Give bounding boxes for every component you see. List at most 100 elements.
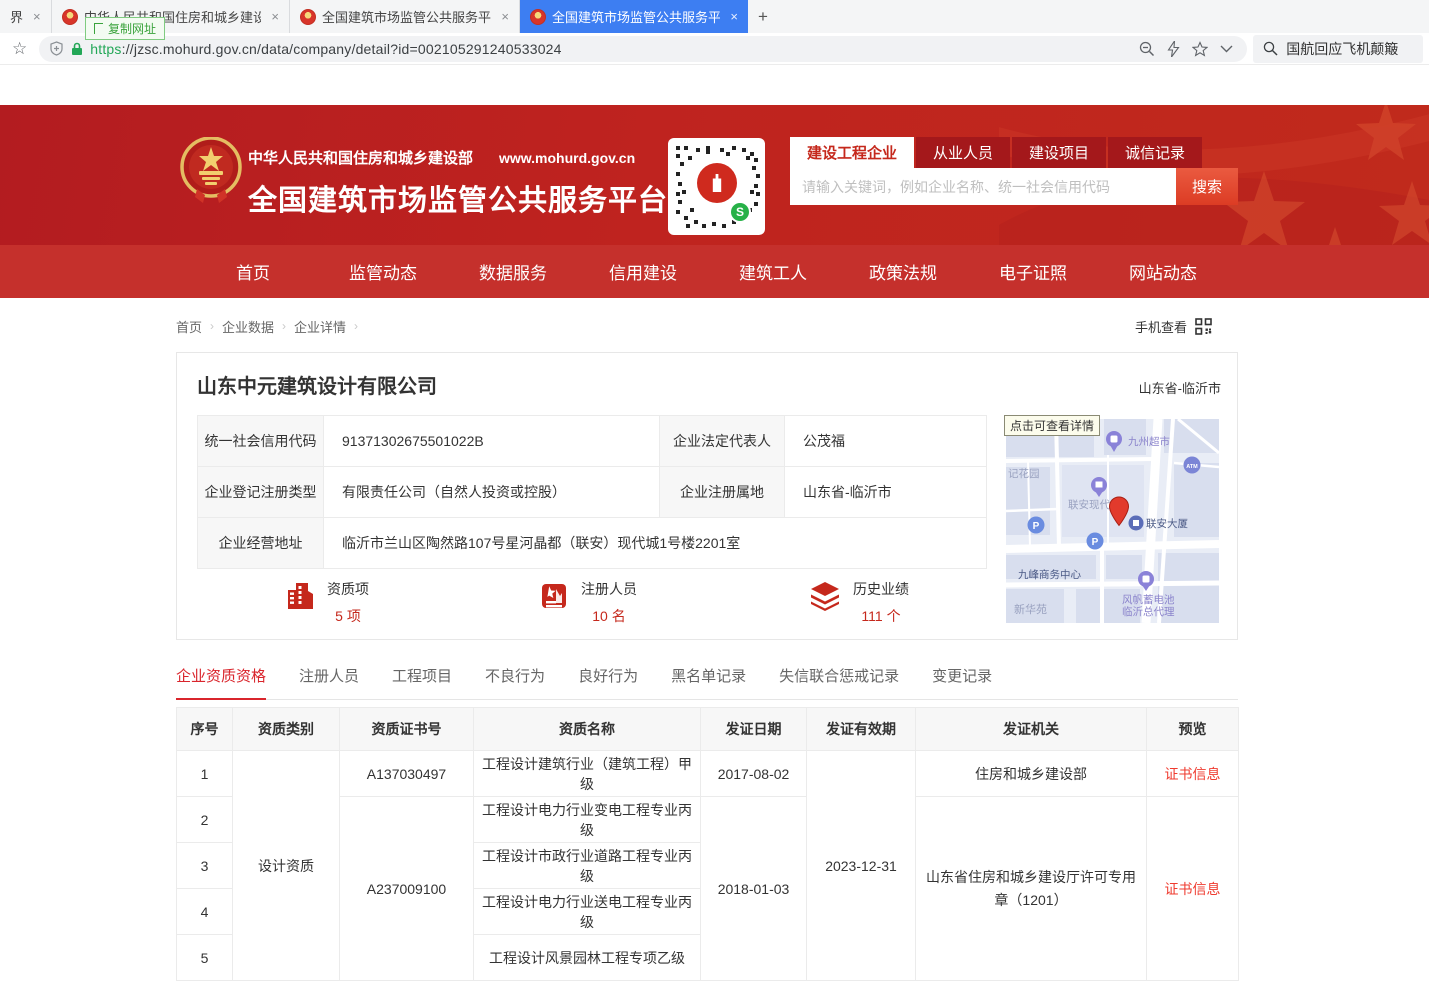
address-tools bbox=[1139, 41, 1237, 57]
site-masthead: 中华人民共和国住房和城乡建设部 www.mohurd.gov.cn 全国建筑市场… bbox=[0, 105, 1429, 245]
nav-item-credit[interactable]: 信用建设 bbox=[578, 245, 708, 298]
flash-icon[interactable] bbox=[1167, 41, 1180, 57]
platform-title: 全国建筑市场监管公共服务平台 bbox=[248, 177, 668, 219]
tab-dishonesty-records[interactable]: 失信联合惩戒记录 bbox=[779, 665, 899, 700]
cell-qual-name: 工程设计风景园林工程专项乙级 bbox=[474, 935, 701, 981]
wechat-icon: S bbox=[729, 201, 751, 223]
col-category: 资质类别 bbox=[233, 708, 340, 751]
col-validity: 发证有效期 bbox=[807, 708, 916, 751]
browser-chrome: 界 × 中华人民共和国住房和城乡建设 × 全国建筑市场监管公共服务平台 × 全国… bbox=[0, 0, 1429, 65]
cell-category: 设计资质 bbox=[233, 751, 340, 981]
cell-seq: 3 bbox=[177, 843, 233, 889]
stat-value[interactable]: 10 名 bbox=[581, 606, 637, 626]
nav-item-supervision[interactable]: 监管动态 bbox=[318, 245, 448, 298]
qr-pattern bbox=[676, 146, 680, 150]
col-qual-name: 资质名称 bbox=[474, 708, 701, 751]
masthead-search-panel: 建设工程企业 从业人员 建设项目 诚信记录 搜索 bbox=[790, 137, 1238, 205]
map-label-supermarket: 九州超市 bbox=[1128, 435, 1170, 448]
map-label-tower: 联安大厦 bbox=[1146, 517, 1188, 530]
table-row: 企业登记注册类型 有限责任公司（自然人投资或控股） 企业注册属地 山东省-临沂市 bbox=[198, 467, 987, 518]
ministry-name: 中华人民共和国住房和城乡建设部 bbox=[248, 147, 473, 168]
quick-search-box[interactable]: 国航回应飞机颠簸 bbox=[1253, 35, 1423, 63]
cell-preview: 证书信息 bbox=[1147, 751, 1239, 797]
breadcrumb-company-detail[interactable]: 企业详情 bbox=[294, 317, 346, 336]
cell-issue-date: 2018-01-03 bbox=[701, 797, 807, 981]
cell-authority: 山东省住房和城乡建设厅许可专用章（1201） bbox=[916, 797, 1147, 981]
authority-text: 山东省住房和城乡建设厅许可专用章（1201） bbox=[920, 866, 1142, 911]
chevron-down-icon[interactable] bbox=[1220, 45, 1233, 53]
bookmark-star-icon[interactable]: ☆ bbox=[6, 39, 33, 59]
search-tab-credit[interactable]: 诚信记录 bbox=[1108, 137, 1202, 168]
stat-label: 资质项 bbox=[327, 579, 369, 599]
stat-value[interactable]: 5 项 bbox=[327, 606, 369, 626]
tab-good-behavior[interactable]: 良好行为 bbox=[578, 665, 638, 700]
cell-validity: 2023-12-31 bbox=[807, 751, 916, 981]
new-tab-button[interactable]: + bbox=[748, 0, 778, 33]
nav-item-workers[interactable]: 建筑工人 bbox=[708, 245, 838, 298]
browser-tab-2[interactable]: 全国建筑市场监管公共服务平台 × bbox=[290, 0, 520, 33]
nav-item-home[interactable]: 首页 bbox=[188, 245, 318, 298]
reg-place-value: 山东省-临沂市 bbox=[785, 467, 987, 518]
url-rest: ://jzsc.mohurd.gov.cn/data/company/detai… bbox=[122, 41, 562, 57]
url-field[interactable]: https://jzsc.mohurd.gov.cn/data/company/… bbox=[39, 36, 1247, 62]
map-label-battery: 风帆蓄电池 bbox=[1122, 593, 1175, 606]
company-region: 山东省-临沂市 bbox=[1139, 378, 1221, 397]
tab-close-icon[interactable]: × bbox=[501, 9, 509, 24]
tab-bad-behavior[interactable]: 不良行为 bbox=[485, 665, 545, 700]
nav-item-site-news[interactable]: 网站动态 bbox=[1098, 245, 1228, 298]
breadcrumb-home[interactable]: 首页 bbox=[176, 317, 202, 336]
shield-plus-icon[interactable] bbox=[49, 41, 64, 56]
cell-qual-name: 工程设计电力行业送电工程专业丙级 bbox=[474, 889, 701, 935]
address-value: 临沂市兰山区陶然路107号星河晶都（联安）现代城1号楼2201室 bbox=[324, 518, 987, 569]
search-tab-personnel[interactable]: 从业人员 bbox=[916, 137, 1010, 168]
breadcrumb-company-data[interactable]: 企业数据 bbox=[222, 317, 274, 336]
tab-close-icon[interactable]: × bbox=[730, 9, 738, 24]
detail-tabs: 企业资质资格 注册人员 工程项目 不良行为 良好行为 黑名单记录 失信联合惩戒记… bbox=[176, 665, 1238, 700]
tab-title: 全国建筑市场监管公共服务平台 bbox=[322, 7, 491, 26]
national-emblem-icon bbox=[179, 137, 243, 203]
tab-change-records[interactable]: 变更记录 bbox=[932, 665, 992, 700]
certificate-book-icon bbox=[539, 581, 569, 611]
search-tab-project[interactable]: 建设项目 bbox=[1012, 137, 1106, 168]
tab-close-icon[interactable]: × bbox=[33, 9, 41, 24]
gov-favicon-icon bbox=[62, 9, 78, 25]
map-label-garden: 记花园 bbox=[1008, 467, 1040, 480]
keyword-search-input[interactable] bbox=[790, 168, 1176, 205]
location-map[interactable]: 点击可查看详情 bbox=[1006, 419, 1219, 623]
nav-item-data-service[interactable]: 数据服务 bbox=[448, 245, 578, 298]
mobile-view-label: 手机查看 bbox=[1135, 317, 1187, 336]
mobile-view-control[interactable]: 手机查看 bbox=[1135, 317, 1212, 336]
tab-close-icon[interactable]: × bbox=[271, 9, 279, 24]
stat-value[interactable]: 111 个 bbox=[853, 606, 909, 626]
breadcrumb-separator: › bbox=[282, 319, 286, 333]
table-header-row: 序号 资质类别 资质证书号 资质名称 发证日期 发证有效期 发证机关 预览 bbox=[177, 708, 1239, 751]
certificate-info-link[interactable]: 证书信息 bbox=[1165, 881, 1221, 897]
favorite-star-icon[interactable] bbox=[1192, 41, 1208, 57]
tab-blacklist[interactable]: 黑名单记录 bbox=[671, 665, 746, 700]
gov-favicon-icon bbox=[530, 9, 546, 25]
zoom-out-icon[interactable] bbox=[1139, 41, 1155, 57]
map-image[interactable]: 九州超市 ATM 记花园 联安现代城 P P 联安大厦 九峰商务中心 新华苑 风… bbox=[1006, 419, 1219, 623]
gov-favicon-icon bbox=[300, 9, 316, 25]
cell-seq: 2 bbox=[177, 797, 233, 843]
browser-tab-active[interactable]: 全国建筑市场监管公共服务平台 × bbox=[520, 0, 748, 33]
map-tooltip: 点击可查看详情 bbox=[1004, 415, 1100, 436]
nav-item-policy[interactable]: 政策法规 bbox=[838, 245, 968, 298]
qr-code-card: S bbox=[668, 138, 765, 235]
certificate-info-link[interactable]: 证书信息 bbox=[1165, 766, 1221, 782]
search-tab-enterprise[interactable]: 建设工程企业 bbox=[790, 137, 914, 168]
url-text: https://jzsc.mohurd.gov.cn/data/company/… bbox=[90, 41, 1132, 57]
company-stats: 资质项 5 项 注册人员 10 名 bbox=[177, 579, 986, 631]
cell-qual-name: 工程设计市政行业道路工程专业丙级 bbox=[474, 843, 701, 889]
search-button[interactable]: 搜索 bbox=[1176, 168, 1238, 205]
browser-tab-0[interactable]: 界 × bbox=[0, 0, 52, 33]
map-label-business-center: 九峰商务中心 bbox=[1018, 568, 1081, 581]
legal-rep-value: 公茂福 bbox=[785, 416, 987, 467]
layers-icon bbox=[809, 581, 841, 611]
table-row: 企业经营地址 临沂市兰山区陶然路107号星河晶都（联安）现代城1号楼2201室 bbox=[198, 518, 987, 569]
tab-qualifications[interactable]: 企业资质资格 bbox=[176, 665, 266, 700]
cell-seq: 5 bbox=[177, 935, 233, 981]
nav-item-e-license[interactable]: 电子证照 bbox=[968, 245, 1098, 298]
tab-projects[interactable]: 工程项目 bbox=[392, 665, 452, 700]
tab-registered-personnel[interactable]: 注册人员 bbox=[299, 665, 359, 700]
